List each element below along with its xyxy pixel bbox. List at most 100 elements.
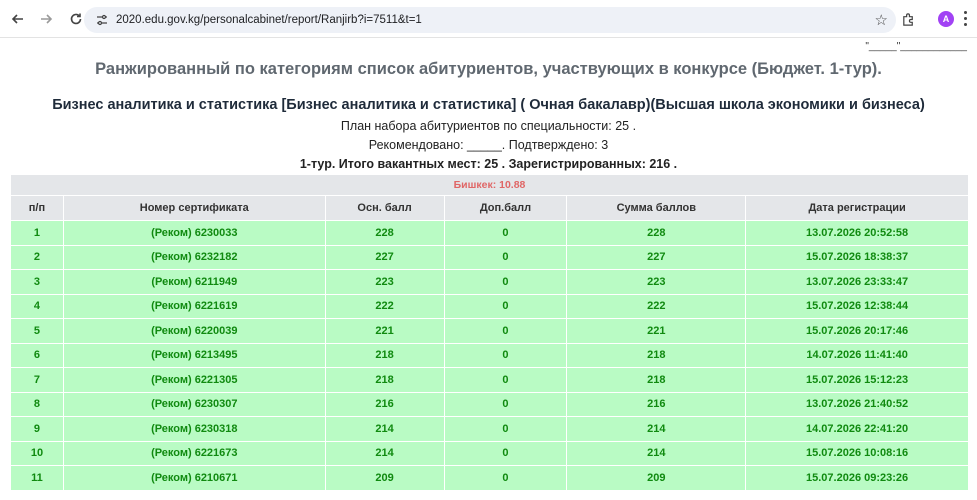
url-text[interactable]: 2020.edu.gov.kg/personalcabinet/report/R…: [116, 14, 422, 26]
column-header: п/п: [10, 195, 64, 221]
profile-avatar[interactable]: A: [938, 11, 954, 27]
total-score: 223: [566, 269, 747, 295]
site-settings-icon[interactable]: [94, 12, 110, 28]
certificate-number: (Реком) 6221305: [62, 367, 326, 393]
extra-score: 0: [443, 440, 568, 466]
certificate-number: (Реком) 6210671: [62, 465, 326, 491]
bookmark-star-icon[interactable]: ☆: [875, 11, 888, 29]
extra-score: 0: [443, 367, 568, 393]
row-number: 1: [10, 220, 64, 246]
total-score: 218: [566, 342, 747, 368]
total-score: 222: [566, 293, 747, 319]
table-row: 7 (Реком) 6221305 218 0 218 15.07.2026 15:12:…: [10, 367, 969, 393]
signature-line: "_____"____________: [865, 41, 967, 52]
registration-date: 15.07.2026 15:12:23: [745, 367, 969, 393]
registration-date: 14.07.2026 22:41:20: [745, 416, 969, 442]
extra-score: 0: [443, 293, 568, 319]
certificate-number: (Реком) 6230307: [62, 391, 326, 417]
certificate-number: (Реком) 6232182: [62, 244, 326, 270]
total-score: 214: [566, 440, 747, 466]
table-row: 5 (Реком) 6220039 221 0 221 15.07.2026 20:17:…: [10, 318, 969, 344]
total-score: 216: [566, 391, 747, 417]
main-score: 218: [324, 342, 445, 368]
region-label: Бишкек: 10.88: [10, 174, 969, 196]
main-score: 228: [324, 220, 445, 246]
extra-score: 0: [443, 318, 568, 344]
registration-date: 13.07.2026 20:52:58: [745, 220, 969, 246]
plan-text: План набора абитуриентов по специальност…: [340, 119, 637, 133]
back-arrow-icon[interactable]: [6, 7, 30, 31]
extra-score: 0: [443, 244, 568, 270]
column-header: Доп.балл: [443, 195, 568, 221]
certificate-number: (Реком) 6230033: [62, 220, 326, 246]
table-row: 2 (Реком) 6232182 227 0 227 15.07.2026 18:38:…: [10, 244, 969, 270]
table-row: 10 (Реком) 6221673 214 0 214 15.07.2026 10:08…: [10, 440, 969, 466]
ranking-table: Бишкек: 10.88 п/п Номер сертификата Осн.…: [10, 174, 969, 491]
table-row: 6 (Реком) 6213495 218 0 218 14.07.2026 11:41:…: [10, 342, 969, 368]
table-row: 9 (Реком) 6230318 214 0 214 14.07.2026 22:41:…: [10, 416, 969, 442]
table-row: 1 (Реком) 6230033 228 0 228 13.07.2026 20:52:…: [10, 220, 969, 246]
row-number: 9: [10, 416, 64, 442]
table-row: 3 (Реком) 6211949 223 0 223 13.07.2026 23:33:…: [10, 269, 969, 295]
main-score: 227: [324, 244, 445, 270]
main-score: 218: [324, 367, 445, 393]
total-score: 221: [566, 318, 747, 344]
main-score: 214: [324, 416, 445, 442]
main-score: 209: [324, 465, 445, 491]
extra-score: 0: [443, 269, 568, 295]
browser-toolbar: 2020.edu.gov.kg/personalcabinet/report/R…: [0, 0, 977, 38]
row-number: 10: [10, 440, 64, 466]
browser-menu-icon[interactable]: [960, 8, 970, 28]
certificate-number: (Реком) 6221673: [62, 440, 326, 466]
main-score: 223: [324, 269, 445, 295]
row-number: 6: [10, 342, 64, 368]
specialty-title: Бизнес аналитика и статистика [Бизнес ан…: [52, 97, 925, 113]
total-score: 228: [566, 220, 747, 246]
main-score: 214: [324, 440, 445, 466]
extra-score: 0: [443, 391, 568, 417]
forward-arrow-icon[interactable]: [34, 7, 58, 31]
row-number: 11: [10, 465, 64, 491]
recommended-text: Рекомендовано: _____. Подтверждено: 3: [368, 138, 609, 152]
tour-summary: 1-тур. Итого вакантных мест: 25 . Зареги…: [299, 157, 678, 171]
column-header: Дата регистрации: [745, 195, 969, 221]
total-score: 214: [566, 416, 747, 442]
row-number: 4: [10, 293, 64, 319]
table-row: 4 (Реком) 6221619 222 0 222 15.07.2026 12:38:…: [10, 293, 969, 319]
extra-score: 0: [443, 465, 568, 491]
row-number: 8: [10, 391, 64, 417]
extra-score: 0: [443, 220, 568, 246]
registration-date: 14.07.2026 11:41:40: [745, 342, 969, 368]
certificate-number: (Реком) 6211949: [62, 269, 326, 295]
table-row: 8 (Реком) 6230307 216 0 216 13.07.2026 21:40:…: [10, 391, 969, 417]
registration-date: 15.07.2026 18:38:37: [745, 244, 969, 270]
registration-date: 15.07.2026 10:08:16: [745, 440, 969, 466]
column-header: Сумма баллов: [566, 195, 747, 221]
total-score: 227: [566, 244, 747, 270]
registration-date: 15.07.2026 12:38:44: [745, 293, 969, 319]
page-title: Ранжированный по категориям список абиту…: [95, 60, 882, 78]
address-bar[interactable]: 2020.edu.gov.kg/personalcabinet/report/R…: [84, 7, 896, 33]
table-header: п/п Номер сертификата Осн. балл Доп.балл…: [10, 195, 969, 221]
certificate-number: (Реком) 6230318: [62, 416, 326, 442]
table-body: 1 (Реком) 6230033 228 0 228 13.07.2026 20:52:…: [10, 220, 969, 491]
registration-date: 13.07.2026 21:40:52: [745, 391, 969, 417]
row-number: 7: [10, 367, 64, 393]
main-score: 222: [324, 293, 445, 319]
main-score: 216: [324, 391, 445, 417]
extra-score: 0: [443, 342, 568, 368]
extra-score: 0: [443, 416, 568, 442]
table-row: 11 (Реком) 6210671 209 0 209 15.07.2026 09:23…: [10, 465, 969, 491]
certificate-number: (Реком) 6213495: [62, 342, 326, 368]
row-number: 3: [10, 269, 64, 295]
column-header: Номер сертификата: [62, 195, 326, 221]
total-score: 209: [566, 465, 747, 491]
extensions-puzzle-icon[interactable]: [898, 9, 918, 29]
registration-date: 13.07.2026 23:33:47: [745, 269, 969, 295]
region-row: Бишкек: 10.88: [10, 174, 969, 196]
registration-date: 15.07.2026 20:17:46: [745, 318, 969, 344]
registration-date: 15.07.2026 09:23:26: [745, 465, 969, 491]
row-number: 2: [10, 244, 64, 270]
column-header: Осн. балл: [324, 195, 445, 221]
certificate-number: (Реком) 6221619: [62, 293, 326, 319]
